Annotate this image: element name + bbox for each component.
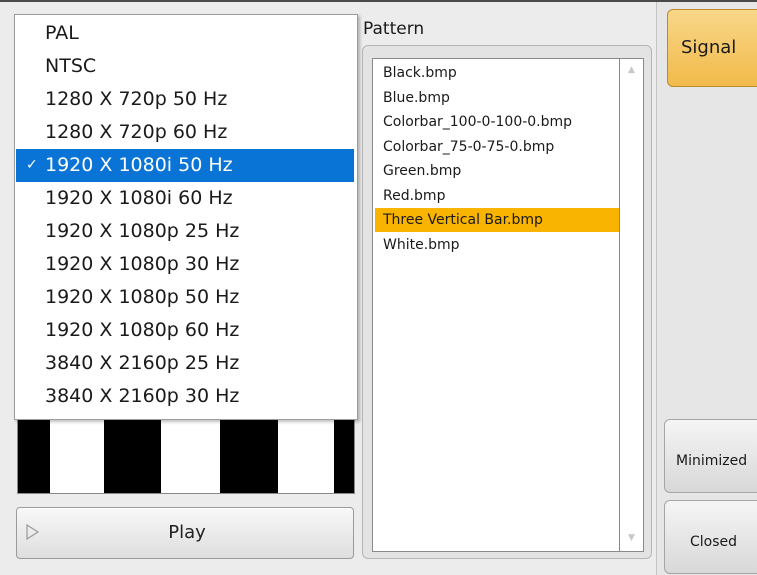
resolution-option[interactable]: ✓ 1920 X 1080i 50 Hz xyxy=(16,149,354,182)
resolution-dropdown-menu[interactable]: PAL NTSC 1280 X 720p 50 Hz 1280 X 720p 60 H… xyxy=(14,14,358,420)
resolution-option-label: 1280 X 720p 50 Hz xyxy=(45,88,228,110)
play-button[interactable]: Play xyxy=(16,507,354,559)
resolution-option[interactable]: PAL xyxy=(16,17,354,50)
resolution-option-label: 1920 X 1080i 50 Hz xyxy=(45,154,233,176)
pattern-file-item[interactable]: Three Vertical Bar.bmp xyxy=(375,208,619,232)
resolution-option-label: 1280 X 720p 60 Hz xyxy=(45,121,228,143)
pattern-file-label: Blue.bmp xyxy=(383,89,450,106)
pattern-file-label: Three Vertical Bar.bmp xyxy=(383,212,543,228)
resolution-option[interactable]: 1920 X 1080p 60 Hz xyxy=(16,314,354,347)
resolution-option[interactable]: NTSC xyxy=(16,50,354,83)
resolution-option-label: PAL xyxy=(45,22,79,44)
signal-button[interactable]: Signal xyxy=(667,9,757,87)
closed-button-label: Closed xyxy=(690,534,738,550)
preview-black-bar-right xyxy=(334,419,354,493)
minimized-button[interactable]: Minimized xyxy=(664,419,757,493)
checkmark-icon: ✓ xyxy=(26,157,38,173)
pattern-preview xyxy=(17,418,355,494)
pattern-file-label: Red.bmp xyxy=(383,187,446,204)
signal-button-label: Signal xyxy=(681,37,737,58)
resolution-option[interactable]: 1280 X 720p 50 Hz xyxy=(16,83,354,116)
pattern-file-label: Black.bmp xyxy=(383,65,457,81)
pattern-file-item[interactable]: Blue.bmp xyxy=(375,86,619,110)
pattern-file-label: Green.bmp xyxy=(383,163,462,179)
pattern-file-item[interactable]: Colorbar_75-0-75-0.bmp xyxy=(375,135,619,159)
resolution-option-label: 1920 X 1080p 30 Hz xyxy=(45,253,240,275)
resolution-option-label: 1920 X 1080i 60 Hz xyxy=(45,187,233,209)
pattern-file-item[interactable]: White.bmp xyxy=(375,233,619,257)
resolution-option[interactable]: 1920 X 1080p 30 Hz xyxy=(16,248,354,281)
resolution-option[interactable]: 1920 X 1080i 60 Hz xyxy=(16,182,354,215)
pattern-file-item[interactable]: Green.bmp xyxy=(375,159,619,183)
resolution-option-label: 3840 X 2160p 30 Hz xyxy=(45,385,240,407)
minimized-button-label: Minimized xyxy=(676,453,748,469)
preview-black-bar-left xyxy=(18,419,50,493)
resolution-option-label: 1920 X 1080p 60 Hz xyxy=(45,319,240,341)
scroll-down-arrow-icon[interactable]: ▼ xyxy=(620,533,643,543)
pattern-file-label: White.bmp xyxy=(383,236,460,253)
pattern-file-label: Colorbar_75-0-75-0.bmp xyxy=(383,138,555,155)
pattern-list-scrollbar[interactable]: ▲ ▼ xyxy=(620,58,644,552)
closed-button[interactable]: Closed xyxy=(664,500,757,574)
resolution-option-label: 3840 X 2160p 25 Hz xyxy=(45,352,240,374)
resolution-option[interactable]: 1920 X 1080p 50 Hz xyxy=(16,281,354,314)
resolution-option-label: 1920 X 1080p 25 Hz xyxy=(45,220,240,242)
pattern-file-label: Colorbar_100-0-100-0.bmp xyxy=(383,114,573,130)
pattern-label: Pattern xyxy=(363,19,425,39)
preview-black-bar-middle-left xyxy=(104,419,161,493)
resolution-option[interactable]: 1920 X 1080p 25 Hz xyxy=(16,215,354,248)
play-button-label: Play xyxy=(168,522,206,543)
pattern-file-item[interactable]: Colorbar_100-0-100-0.bmp xyxy=(375,110,619,134)
resolution-option-label: 1920 X 1080p 50 Hz xyxy=(45,286,240,308)
pattern-file-item[interactable]: Red.bmp xyxy=(375,184,619,208)
resolution-option-label: NTSC xyxy=(45,55,97,77)
resolution-option[interactable]: 3840 X 2160p 25 Hz xyxy=(16,347,354,380)
resolution-option[interactable]: 3840 X 2160p 30 Hz xyxy=(16,380,354,413)
preview-black-bar-middle-right xyxy=(220,419,278,493)
pattern-file-list[interactable]: Black.bmp Blue.bmp Colorbar_100-0-100-0.bm… xyxy=(372,58,620,552)
resolution-option[interactable]: 1280 X 720p 60 Hz xyxy=(16,116,354,149)
pattern-file-item[interactable]: Black.bmp xyxy=(375,61,619,85)
scroll-up-arrow-icon[interactable]: ▲ xyxy=(620,65,643,75)
